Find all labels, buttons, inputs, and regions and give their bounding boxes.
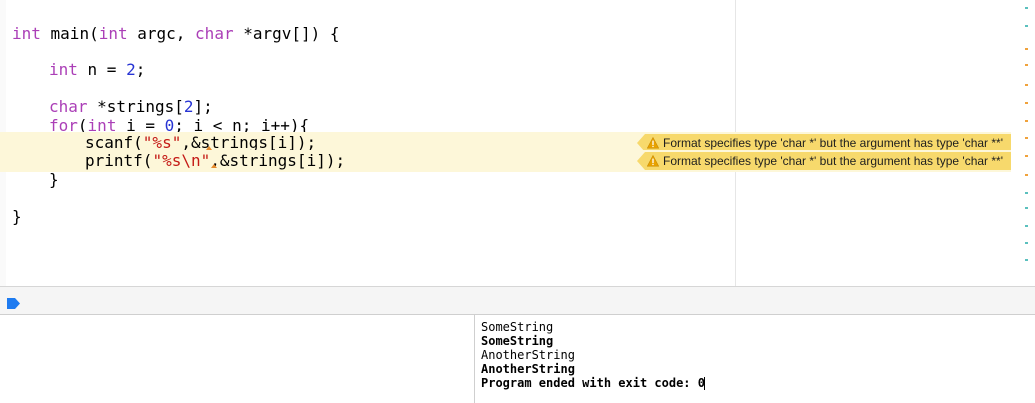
code-token: n =: [77, 60, 127, 79]
warning-marker[interactable]: [1025, 102, 1028, 104]
code-text: }: [49, 169, 59, 191]
code-keyword: int: [12, 24, 41, 43]
code-token: *argv[]) {: [233, 24, 340, 43]
console-cursor: [704, 377, 705, 390]
warning-marker[interactable]: [1025, 48, 1028, 50]
code-keyword: int: [98, 24, 128, 43]
warning-marker[interactable]: [1025, 155, 1028, 157]
warning-message: Format specifies type 'char *' but the a…: [663, 154, 1003, 168]
console-line: Program ended with exit code: 0: [481, 376, 705, 390]
fixit-caret-icon: [206, 146, 212, 150]
console-line: SomeString: [481, 320, 554, 334]
line-marker[interactable]: [1025, 25, 1028, 27]
line-marker[interactable]: [1025, 242, 1028, 244]
line-marker[interactable]: [1025, 259, 1028, 261]
code-number: 2: [126, 60, 136, 79]
code-token: printf(: [85, 151, 153, 170]
code-token: argc,: [127, 24, 196, 43]
console-line: SomeString: [481, 334, 554, 348]
code-keyword: char: [195, 24, 234, 43]
code-token: }: [12, 207, 22, 226]
source-editor[interactable]: int main(int argc, char *argv[]) {int n …: [0, 0, 1035, 286]
line-marker[interactable]: [1025, 207, 1028, 209]
code-token: main(: [40, 24, 99, 43]
code-line[interactable]: int n = 2;: [0, 59, 1011, 81]
code-token: *strings[: [87, 97, 184, 116]
warning-marker[interactable]: [1025, 174, 1028, 176]
code-line[interactable]: }: [0, 169, 1011, 191]
fixit-caret-icon: [211, 164, 217, 168]
console-output[interactable]: SomeString SomeString AnotherString Another…: [474, 315, 1035, 403]
line-marker[interactable]: [1025, 192, 1028, 194]
code-text: }: [12, 206, 22, 228]
debug-bar: [0, 286, 1035, 315]
code-line[interactable]: }: [0, 206, 1011, 228]
code-line[interactable]: int main(int argc, char *argv[]) {: [0, 23, 1011, 45]
warning-annotation[interactable]: Format specifies type 'char *' but the a…: [637, 152, 1011, 170]
warning-marker[interactable]: [1025, 64, 1028, 66]
code-string: "%s\n": [152, 151, 211, 170]
code-token: ,&strings[i]);: [210, 151, 346, 170]
line-marker[interactable]: [1025, 225, 1028, 227]
issue-scroller[interactable]: [1011, 0, 1035, 286]
line-marker[interactable]: [1025, 7, 1028, 9]
code-token: ];: [193, 97, 213, 116]
code-text: int n = 2;: [49, 59, 145, 81]
code-keyword: char: [49, 97, 88, 116]
code-number: 2: [183, 97, 194, 116]
continue-execution-icon[interactable]: [7, 294, 20, 309]
code-token: ;: [135, 60, 146, 79]
code-keyword: int: [49, 60, 78, 79]
code-token: }: [49, 170, 59, 189]
code-text: int main(int argc, char *argv[]) {: [12, 23, 340, 45]
warning-marker[interactable]: [1025, 84, 1028, 86]
console-line: AnotherString: [481, 348, 575, 362]
warning-marker[interactable]: [1025, 137, 1028, 139]
warning-triangle-icon: [647, 137, 659, 149]
warning-triangle-icon: [647, 155, 659, 167]
warning-marker[interactable]: [1025, 120, 1028, 122]
console-line: AnotherString: [481, 362, 575, 376]
variables-view[interactable]: [0, 315, 474, 403]
